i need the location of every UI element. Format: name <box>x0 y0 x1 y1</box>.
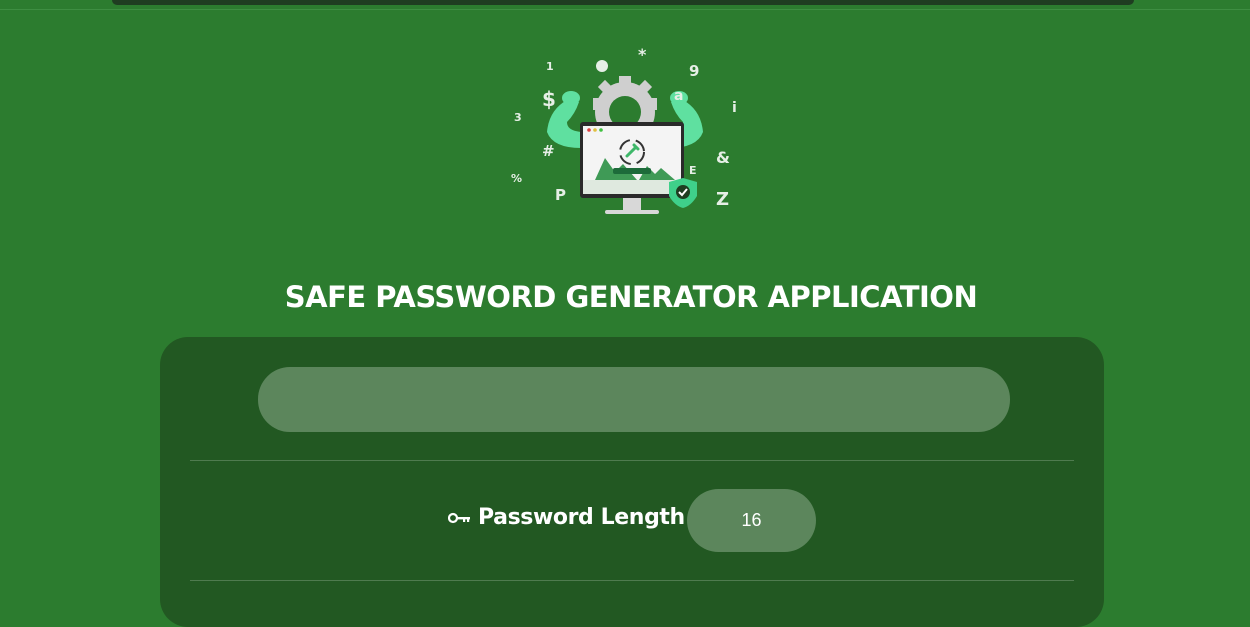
svg-text:a: a <box>674 88 683 104</box>
password-length-label-wrap: Password Length <box>448 505 685 530</box>
svg-text:&: & <box>716 148 730 167</box>
monitor-icon <box>580 122 684 214</box>
svg-text:%: % <box>511 172 522 185</box>
svg-text:1: 1 <box>546 60 554 73</box>
svg-text:E: E <box>689 164 697 177</box>
shield-check-icon <box>669 178 697 208</box>
top-bar <box>112 0 1134 5</box>
svg-text:*: * <box>638 45 647 64</box>
svg-text:Z: Z <box>716 189 729 210</box>
svg-text:$: $ <box>542 87 556 111</box>
svg-text:#: # <box>542 142 555 160</box>
svg-text:3: 3 <box>514 111 522 124</box>
svg-text:P: P <box>555 186 566 204</box>
password-length-input[interactable] <box>687 489 816 552</box>
password-length-row: Password Length <box>160 489 1104 553</box>
svg-text:i: i <box>732 100 737 116</box>
page-title: SAFE PASSWORD GENERATOR APPLICATION <box>284 280 978 314</box>
divider <box>190 580 1074 581</box>
divider <box>190 460 1074 461</box>
generator-panel: Password Length <box>160 337 1104 627</box>
hero-illustration: 1 * 9 $ a i 3 # E & % P Z <box>505 40 745 225</box>
key-icon <box>448 512 470 523</box>
password-generator-illustration: 1 * 9 $ a i 3 # E & % P Z <box>511 45 737 214</box>
svg-text:9: 9 <box>689 62 699 80</box>
password-length-label: Password Length <box>478 505 685 530</box>
password-output-field[interactable] <box>258 367 1010 432</box>
